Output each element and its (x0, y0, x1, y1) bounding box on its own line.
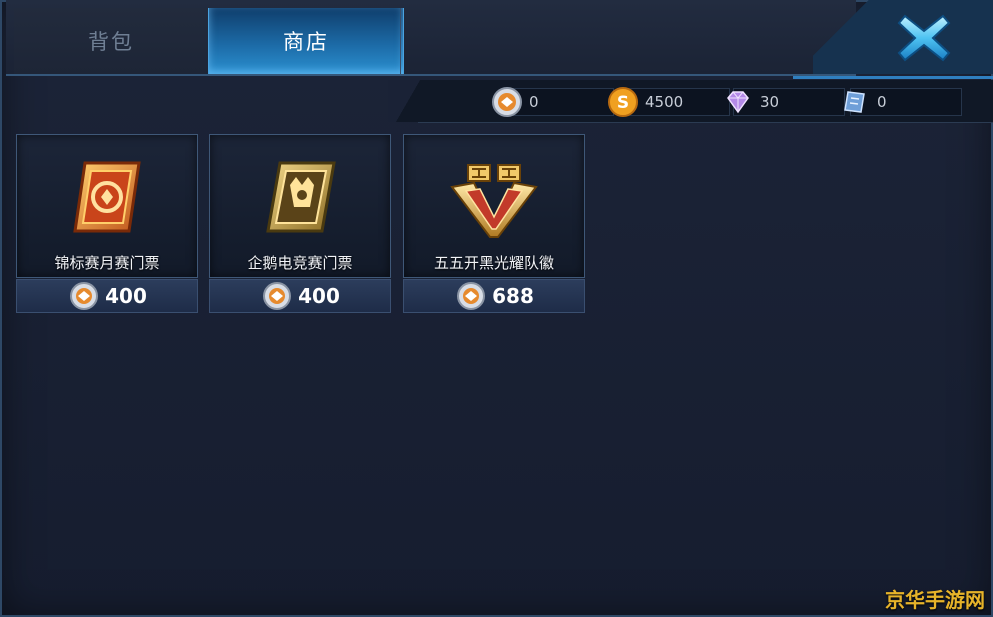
shop-item-card[interactable]: 五五开黑光耀队徽 688 (403, 134, 585, 313)
item-name: 锦标赛月赛门票 (54, 254, 160, 272)
tournament-ticket-icon (73, 161, 141, 233)
price-value: 400 (298, 284, 340, 308)
currency-gold: S 4500 (608, 87, 730, 117)
shop-item-card[interactable]: 企鹅电竞赛门票 400 (209, 134, 391, 313)
currency-value: 30 (760, 93, 780, 111)
price-value: 400 (105, 284, 147, 308)
penguin-esports-ticket-icon (266, 161, 336, 233)
item-price[interactable]: 400 (209, 279, 391, 313)
gold-coin-icon: S (608, 87, 638, 117)
item-name: 五五开黑光耀队徽 (433, 254, 554, 272)
currency-value: 4500 (645, 93, 684, 111)
currency-value: 0 (877, 93, 887, 111)
currency-value: 0 (529, 93, 539, 111)
voucher-icon (844, 91, 865, 113)
close-icon (897, 14, 951, 62)
ticket-coin-icon (492, 87, 522, 117)
tab-divider (400, 8, 401, 74)
ticket-coin-icon (70, 282, 99, 310)
item-price[interactable]: 688 (403, 279, 585, 313)
diamond-icon (727, 91, 749, 114)
tab-shop[interactable]: 商店 (208, 8, 404, 74)
tab-bar: 背包 商店 (6, 0, 856, 76)
ticket-coin-icon (457, 282, 486, 310)
close-button[interactable] (895, 10, 953, 66)
ticket-coin-icon (263, 282, 292, 310)
team-badge-icon (450, 164, 538, 238)
currency-diamond: 30 (727, 88, 845, 116)
tab-backpack[interactable]: 背包 (14, 8, 209, 74)
svg-text:S: S (617, 93, 629, 113)
currency-ticket-coin: 0 (492, 87, 614, 117)
shop-item-card[interactable]: 锦标赛月赛门票 400 (16, 134, 198, 313)
header-corner-line (793, 0, 993, 79)
price-value: 688 (492, 284, 534, 308)
currency-voucher: 0 (844, 88, 962, 116)
item-name: 企鹅电竞赛门票 (247, 254, 353, 272)
item-price[interactable]: 400 (16, 279, 198, 313)
watermark: 京华手游网 (885, 588, 985, 612)
